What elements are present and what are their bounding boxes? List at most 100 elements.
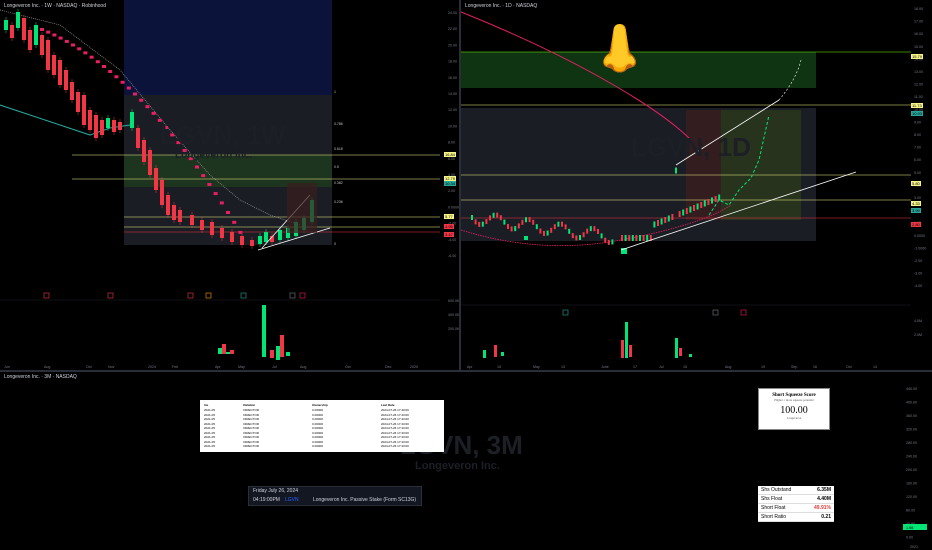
bottom-y-label-0: 440.00 [906, 387, 917, 391]
event-marker-5 [289, 292, 296, 299]
right-chart-canvas[interactable]: 18.0017.0016.0015.0014.0013.0012.0011.00… [461, 0, 932, 370]
left-price-label-11: 2.00 [448, 189, 455, 193]
news-headline[interactable]: Longeveron Inc. Passive Stake (Form SC13… [313, 497, 416, 503]
right-price-label-7: 11.00 [914, 95, 923, 99]
fib-label-5: 0.236 [334, 200, 343, 204]
right-price-label-15: 3.00 [914, 196, 921, 200]
insider-header-2: Ownership [312, 403, 328, 407]
right-candle-b-6 [642, 235, 645, 241]
right-candle-b-2 [628, 235, 631, 241]
right-candle-12 [514, 226, 517, 232]
volume-bar-5 [270, 350, 274, 358]
right-price-tag-1: 11.73 [911, 103, 923, 108]
ma-block-2 [52, 33, 57, 37]
volume-bar-3 [230, 350, 234, 354]
right-price-label-11: 7.00 [914, 146, 921, 150]
right-chart-pane[interactable]: 18.00 17.00 16.00 15.00 14.00 13.00 12.00 11.00… [461, 0, 932, 370]
event-marker-2 [187, 292, 194, 299]
right-candle-25 [561, 221, 563, 227]
ma-block-9 [95, 60, 100, 64]
right-x-label-3: 13 [561, 365, 565, 369]
right-x-label-5: 17 [633, 365, 637, 369]
right-volume-bar-7 [679, 348, 682, 356]
right-candle-7 [496, 212, 499, 218]
bottom-y-label-11: 0.00 [906, 536, 913, 540]
volume-bar-1 [222, 344, 226, 354]
right-candle-b-22 [700, 202, 703, 208]
insider-table-body: 2021-05 DIRECTOR 0.00000 2024-07-26 17:43:0… [200, 408, 444, 449]
highlight-range-top [124, 0, 332, 95]
insider-cell: DIRECTOR [243, 444, 259, 448]
ma-block-26 [201, 174, 206, 178]
left-price-label-2: 20.00 [448, 43, 457, 47]
left-x-label-8: Jul [272, 365, 277, 369]
news-panel[interactable]: Friday July 26, 2024 04:19:00PM LGVN Lon… [248, 486, 422, 506]
right-candle-13 [517, 223, 520, 229]
bottom-chart-pane[interactable]: 440.00 400.00 360.00 320.00 280.00 240.00 200.… [0, 372, 932, 550]
right-volume-bar-1 [494, 345, 497, 357]
right-candle-b-4 [635, 235, 638, 241]
right-volume-bar-0 [483, 350, 486, 358]
right-candle-b-16 [678, 211, 681, 217]
insider-table-panel: Ins Relation Ownership Last Date 2021-05 DIR… [200, 400, 444, 452]
right-candle-b-23 [703, 200, 706, 207]
right-x-label-8: Aug [725, 365, 731, 369]
float-label: Shs Float [761, 496, 783, 502]
short-squeeze-score: 100.00 [780, 405, 808, 416]
volume-bar-6 [276, 346, 280, 360]
bottom-chart-header: Longeveron Inc. · 3M · NASDAQ [4, 374, 77, 380]
volume-bar-4 [262, 305, 266, 357]
right-candle-b-11 [660, 218, 663, 225]
left-vol-label-0: 600.0K [448, 299, 459, 303]
right-candle-b-12 [664, 217, 667, 223]
news-date: Friday July 26, 2024 [253, 488, 299, 494]
news-ticker[interactable]: LGVN [285, 497, 299, 503]
left-x-label-5: Feb [172, 365, 178, 369]
bottom-last-price: 1.98 [906, 526, 913, 530]
ma-block-0 [40, 28, 44, 31]
fib-label-2: 0.618 [334, 147, 343, 151]
left-price-label-9: 6.00 [448, 157, 455, 161]
right-candle-b-15 [675, 167, 677, 174]
left-vol-label-1: 400.0K [448, 313, 459, 317]
right-x-label-12: Oct [846, 365, 852, 369]
right-event-marker-0 [562, 309, 569, 316]
right-event-marker-1 [712, 309, 719, 316]
right-volume-bar-3 [621, 340, 624, 358]
ma-block-25 [195, 165, 199, 169]
insider-row: 2021-05 DIRECTOR 0.00000 2024-07-26 17:43:0… [200, 444, 444, 449]
float-row: Short Ratio 0.21 [758, 513, 834, 522]
event-marker-3 [205, 292, 212, 299]
right-candle-b-18 [685, 208, 688, 214]
right-candle-6 [492, 212, 495, 218]
right-volume-bar-4 [625, 322, 628, 358]
right-price-label-18: 0.0000 [914, 234, 925, 238]
float-row: Shs Outstand 6.35M [758, 486, 834, 495]
left-price-label-0: 24.00 [448, 11, 457, 15]
bottom-y-label-5: 240.00 [906, 455, 917, 459]
right-candle-1 [474, 219, 477, 225]
right-price-tag-3: 5.80 [911, 181, 921, 186]
left-x-label-11: Dec [385, 365, 392, 369]
right-candle-8 [499, 215, 502, 221]
left-chart-canvas[interactable]: 1 0.786 0.618 0.5 0.382 0.236 0 24.00 22.00 20.00… [0, 0, 459, 370]
left-vol-label-2: 200.0K [448, 327, 459, 331]
insider-cell: 2024-07-26 17:43:00 [380, 444, 409, 448]
bottom-y-label-8: 120.00 [906, 495, 917, 499]
right-candle-30 [579, 235, 581, 241]
ma-block-14 [126, 86, 131, 90]
right-price-label-10: 8.00 [914, 133, 921, 137]
left-price-label-5: 14.00 [448, 92, 457, 96]
left-price-label-3: 18.00 [448, 60, 457, 64]
right-candle-5 [489, 215, 491, 221]
float-value: 49.91% [814, 505, 831, 511]
float-value: 6.35M [817, 487, 831, 493]
ma-block-29 [219, 201, 224, 205]
left-chart-pane[interactable]: 1 0.786 0.618 0.5 0.382 0.236 0 24.00 22.00 20.00… [0, 0, 459, 370]
right-candle-15 [525, 217, 527, 223]
right-candle-23 [553, 224, 556, 230]
right-candle-b-20 [693, 205, 695, 211]
left-chart-watermark: LGVN, 1W [160, 120, 286, 150]
right-candle-17 [532, 219, 535, 225]
ma-block-13 [120, 80, 125, 84]
